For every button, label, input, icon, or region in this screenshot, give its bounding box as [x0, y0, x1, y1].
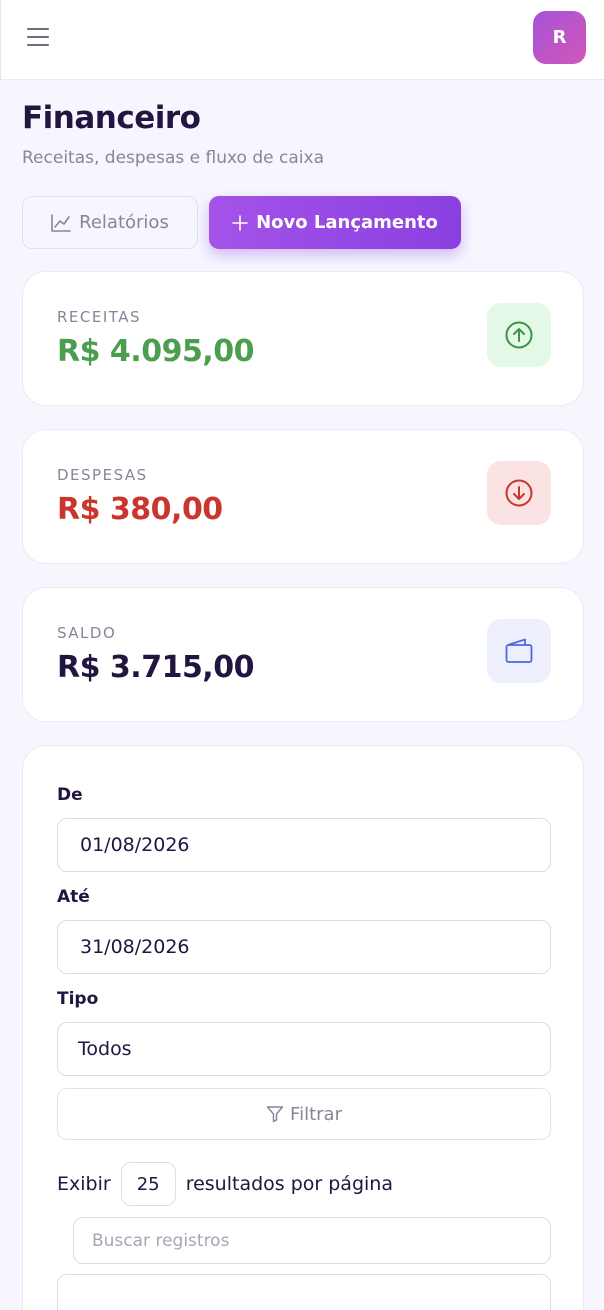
- from-date-label: De: [57, 785, 83, 805]
- per-page-control: Exibir 25 resultados por página: [57, 1162, 393, 1206]
- type-label: Tipo: [57, 989, 99, 1009]
- menu-line: [27, 36, 49, 38]
- table-header-partial: [57, 1274, 551, 1310]
- line-chart-icon: [51, 213, 71, 232]
- type-select[interactable]: Todos: [57, 1022, 551, 1076]
- hamburger-menu-icon[interactable]: [23, 22, 55, 52]
- to-date-label: Até: [57, 887, 90, 907]
- balance-icon-box: [487, 619, 551, 683]
- arrow-up-circle-icon: [505, 321, 533, 349]
- search-input[interactable]: Buscar registros: [73, 1217, 551, 1264]
- page-title: Financeiro: [22, 100, 201, 136]
- to-date-input[interactable]: 31/08/2026: [57, 920, 551, 974]
- reports-button[interactable]: Relatórios: [22, 196, 198, 249]
- expenses-summary-card: DESPESAS R$ 380,00: [22, 429, 584, 564]
- income-label: RECEITAS: [57, 308, 142, 326]
- page-subtitle: Receitas, despesas e fluxo de caixa: [22, 148, 324, 168]
- filter-button[interactable]: Filtrar: [57, 1088, 551, 1140]
- income-summary-card: RECEITAS R$ 4.095,00: [22, 271, 584, 406]
- funnel-icon: [266, 1106, 284, 1123]
- per-page-select[interactable]: 25: [120, 1162, 176, 1206]
- wallet-icon: [505, 638, 533, 663]
- from-date-input[interactable]: 01/08/2026: [57, 818, 551, 872]
- expenses-value: R$ 380,00: [57, 492, 223, 527]
- balance-value: R$ 3.715,00: [57, 650, 254, 685]
- plus-icon: [232, 214, 248, 231]
- menu-line: [27, 44, 49, 46]
- expenses-label: DESPESAS: [57, 466, 148, 484]
- filter-button-label: Filtrar: [290, 1103, 342, 1125]
- reports-button-label: Relatórios: [79, 212, 169, 233]
- income-value: R$ 4.095,00: [57, 334, 254, 369]
- show-label: Exibir: [57, 1173, 111, 1195]
- income-icon-box: [487, 303, 551, 367]
- new-entry-button-label: Novo Lançamento: [256, 212, 438, 233]
- balance-label: SALDO: [57, 624, 117, 642]
- new-entry-button[interactable]: Novo Lançamento: [209, 196, 461, 249]
- balance-summary-card: SALDO R$ 3.715,00: [22, 587, 584, 722]
- menu-line: [27, 28, 49, 30]
- per-page-suffix: resultados por página: [185, 1173, 393, 1195]
- top-bar: R: [0, 0, 604, 80]
- expenses-icon-box: [487, 461, 551, 525]
- arrow-down-circle-icon: [505, 479, 533, 507]
- user-avatar[interactable]: R: [533, 11, 586, 64]
- filters-card: De 01/08/2026 Até 31/08/2026 Tipo Todos …: [22, 745, 584, 1310]
